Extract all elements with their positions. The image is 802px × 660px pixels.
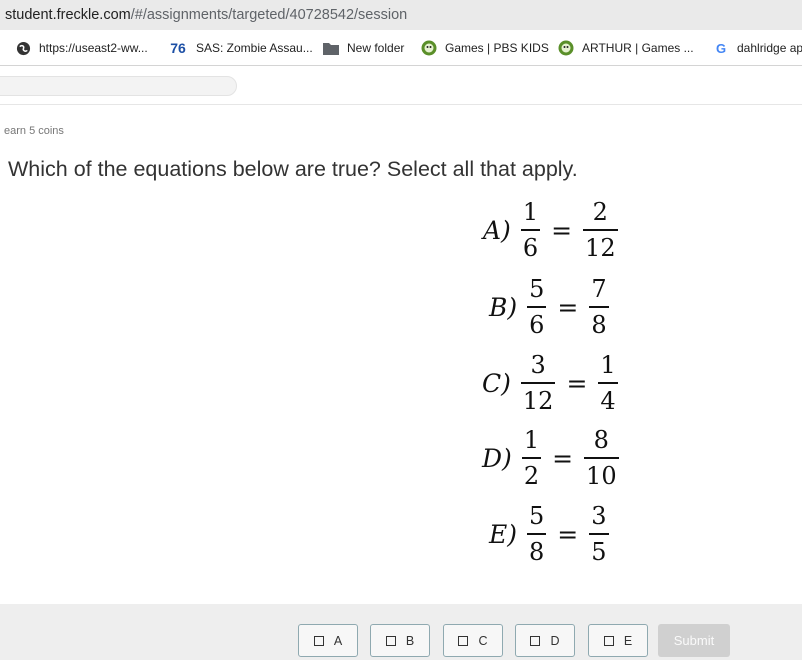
bookmark-sas-zombie[interactable]: 76 SAS: Zombie Assau... xyxy=(168,30,313,65)
numerator: 3 xyxy=(530,351,546,380)
url-path: /#/assignments/targeted/40728542/session xyxy=(130,7,408,23)
bookmarks-bar: https://useast2-ww... 76 SAS: Zombie Ass… xyxy=(0,30,802,66)
progress-bar xyxy=(0,76,237,96)
choice-e-button[interactable]: E xyxy=(588,624,648,657)
fraction-right: 35 xyxy=(589,502,609,566)
equals-sign: = xyxy=(552,443,574,473)
checkbox-icon xyxy=(603,635,614,646)
fraction-left: 58 xyxy=(527,502,547,566)
question-prompt: Which of the equations below are true? S… xyxy=(8,157,578,181)
choice-label: B xyxy=(405,633,415,648)
fraction-right: 78 xyxy=(589,275,609,339)
url-text[interactable]: student.freckle.com/#/assignments/target… xyxy=(5,7,407,23)
denominator: 6 xyxy=(522,233,539,262)
choice-d-button[interactable]: D xyxy=(515,624,575,657)
equation-label: A) xyxy=(483,215,511,245)
choice-label: E xyxy=(623,633,633,648)
pbs-kids-icon xyxy=(558,40,574,56)
bookmark-dahlridge[interactable]: G dahlridge ap xyxy=(713,30,802,65)
answer-footer: A B C D E Submit xyxy=(0,604,802,660)
equation-a: A) 16 = 2 12 xyxy=(483,200,618,260)
google-icon: G xyxy=(715,40,727,56)
submit-button[interactable]: Submit xyxy=(658,624,730,657)
choice-label: C xyxy=(478,633,488,648)
equation-label: C) xyxy=(482,368,511,398)
fraction-left: 12 xyxy=(521,426,542,490)
denominator: 4 xyxy=(600,386,616,415)
bookmark-new-folder[interactable]: New folder xyxy=(323,30,405,65)
checkbox-icon xyxy=(530,635,541,646)
numerator: 5 xyxy=(529,502,545,531)
equals-sign: = xyxy=(566,368,588,398)
equation-b: B) 56 = 78 xyxy=(489,277,609,337)
denominator: 5 xyxy=(591,537,607,566)
pbs-kids-icon xyxy=(421,40,437,56)
bookmark-arthur[interactable]: ARTHUR | Games ... xyxy=(558,30,694,65)
bookmark-label: Games | PBS KIDS xyxy=(445,41,549,55)
fraction-left: 16 xyxy=(520,198,541,262)
bookmark-pbs-kids[interactable]: Games | PBS KIDS xyxy=(421,30,549,65)
choice-label: D xyxy=(550,633,560,648)
numerator: 3 xyxy=(591,502,607,531)
checkbox-icon xyxy=(458,635,469,646)
equals-sign: = xyxy=(557,519,579,549)
fraction-right: 8 10 xyxy=(584,426,619,490)
numerator: 5 xyxy=(529,275,545,304)
globe-icon xyxy=(15,40,31,56)
numerator: 2 xyxy=(592,198,608,227)
denominator: 12 xyxy=(585,233,616,262)
sas-76-icon: 76 xyxy=(170,40,186,56)
denominator: 12 xyxy=(522,386,554,415)
numerator: 1 xyxy=(522,198,539,227)
equation-label: D) xyxy=(482,443,512,473)
numerator: 1 xyxy=(523,426,540,455)
fraction-left: 56 xyxy=(527,275,547,339)
checkbox-icon xyxy=(385,635,396,646)
bookmark-useast2[interactable]: https://useast2-ww... xyxy=(15,30,148,65)
equation-e: E) 58 = 35 xyxy=(489,504,609,564)
denominator: 10 xyxy=(586,461,617,490)
url-host: student.freckle.com xyxy=(5,7,131,23)
equals-sign: = xyxy=(551,215,573,245)
fraction-right: 2 12 xyxy=(583,198,618,262)
progress-strip xyxy=(0,67,802,105)
equation-label: E) xyxy=(489,519,518,549)
denominator: 2 xyxy=(523,461,540,490)
equals-sign: = xyxy=(557,292,579,322)
numerator: 7 xyxy=(591,275,607,304)
choice-a-button[interactable]: A xyxy=(298,624,358,657)
address-bar[interactable]: student.freckle.com/#/assignments/target… xyxy=(0,0,802,30)
fraction-right: 14 xyxy=(598,351,618,415)
denominator: 8 xyxy=(529,537,545,566)
bookmark-label: https://useast2-ww... xyxy=(39,41,148,55)
bookmark-label: ARTHUR | Games ... xyxy=(582,41,694,55)
choice-c-button[interactable]: C xyxy=(443,624,503,657)
bookmark-label: dahlridge ap xyxy=(737,41,802,55)
choice-b-button[interactable]: B xyxy=(370,624,430,657)
fraction-left: 3 12 xyxy=(520,351,556,415)
denominator: 8 xyxy=(591,310,607,339)
choice-label: A xyxy=(333,633,343,648)
checkbox-icon xyxy=(313,635,324,646)
denominator: 6 xyxy=(529,310,545,339)
equation-d: D) 12 = 8 10 xyxy=(482,428,619,488)
numerator: 1 xyxy=(600,351,616,380)
coins-reward-text: earn 5 coins xyxy=(4,125,64,137)
bookmark-label: New folder xyxy=(347,41,405,55)
folder-icon xyxy=(323,40,339,56)
bookmark-label: SAS: Zombie Assau... xyxy=(196,41,313,55)
numerator: 8 xyxy=(593,426,609,455)
equation-c: C) 3 12 = 14 xyxy=(482,353,618,413)
equation-label: B) xyxy=(489,292,518,322)
